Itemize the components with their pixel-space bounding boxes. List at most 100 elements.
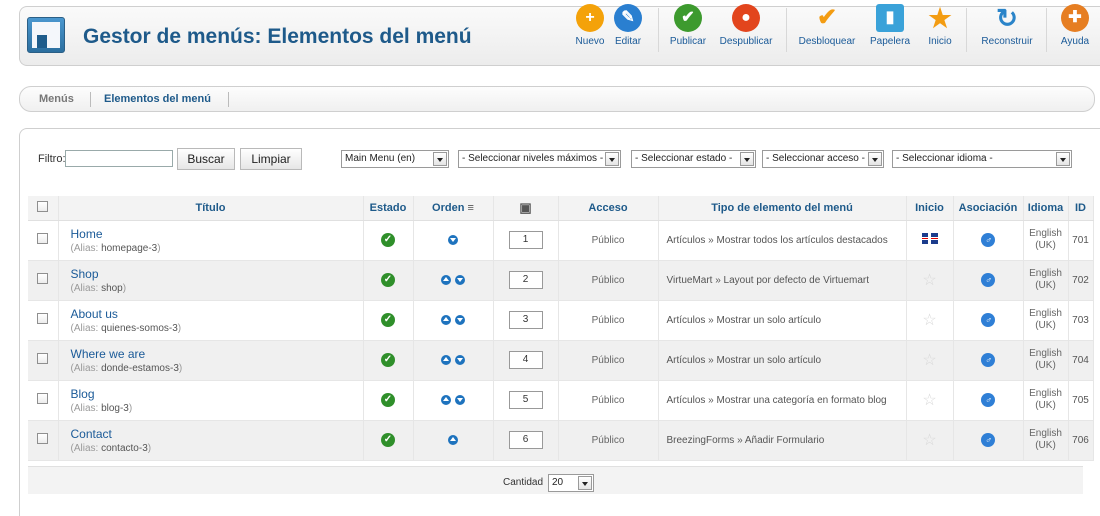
published-icon[interactable]: ✓ xyxy=(381,313,395,327)
header-state[interactable]: Estado xyxy=(363,196,414,221)
unpublish-button[interactable]: ● Despublicar xyxy=(716,4,776,56)
item-title-link[interactable]: Blog xyxy=(71,387,363,401)
order-arrows-cell xyxy=(413,420,494,461)
alias-value: donde-estamos-3 xyxy=(101,362,179,374)
move-down-icon[interactable] xyxy=(455,275,465,286)
move-up-icon[interactable] xyxy=(441,395,451,406)
home-button[interactable]: ★ Inicio xyxy=(920,4,960,56)
published-icon[interactable]: ✓ xyxy=(381,233,395,247)
move-up-icon[interactable] xyxy=(441,355,451,366)
id-cell: 703 xyxy=(1068,300,1094,341)
header-home[interactable]: Inicio xyxy=(906,196,954,221)
home-cell: ☆ xyxy=(906,260,954,301)
language-cell: English (UK) xyxy=(1023,300,1069,341)
association-icon[interactable]: ♂ xyxy=(981,353,995,367)
plus-icon: + xyxy=(576,4,604,32)
move-down-icon[interactable] xyxy=(455,315,465,326)
help-label: Ayuda xyxy=(1060,36,1090,47)
move-up-icon[interactable] xyxy=(441,315,451,326)
trash-button[interactable]: ▮ Papelera xyxy=(866,4,914,56)
filter-input[interactable] xyxy=(65,150,173,167)
item-title-link[interactable]: Where we are xyxy=(71,347,363,361)
item-alias: (Alias: homepage-3) xyxy=(70,242,161,254)
published-icon[interactable]: ✓ xyxy=(381,273,395,287)
language-region: (UK) xyxy=(1035,240,1056,251)
order-input[interactable]: 6 xyxy=(508,431,543,449)
alias-value: contacto-3 xyxy=(101,442,148,454)
select-all-checkbox[interactable] xyxy=(37,200,49,212)
default-star-icon[interactable]: ☆ xyxy=(922,312,936,329)
submenu-menus[interactable]: Menús xyxy=(39,93,74,105)
row-checkbox[interactable] xyxy=(37,313,49,324)
move-down-icon[interactable] xyxy=(448,235,458,246)
association-icon[interactable]: ♂ xyxy=(981,233,995,247)
language-region: (UK) xyxy=(1035,400,1056,411)
order-input[interactable]: 4 xyxy=(508,351,543,369)
help-button[interactable]: ✚ Ayuda xyxy=(1052,4,1098,56)
association-icon[interactable]: ♂ xyxy=(981,273,995,287)
row-checkbox[interactable] xyxy=(37,393,49,404)
title-cell: About us (Alias: quienes-somos-3) xyxy=(58,300,364,341)
move-down-icon[interactable] xyxy=(455,355,465,366)
item-alias: (Alias: contacto-3) xyxy=(70,442,152,454)
move-down-icon[interactable] xyxy=(455,395,465,406)
published-icon[interactable]: ✓ xyxy=(381,433,395,447)
association-icon[interactable]: ♂ xyxy=(981,313,995,327)
access-select[interactable]: - Seleccionar acceso - xyxy=(762,150,884,168)
state-select[interactable]: - Seleccionar estado - xyxy=(631,150,756,168)
default-star-icon[interactable]: ☆ xyxy=(922,352,936,369)
order-arrows-cell xyxy=(413,220,494,261)
header-type[interactable]: Tipo de elemento del menú xyxy=(658,196,907,221)
publish-button[interactable]: ✔ Publicar xyxy=(664,4,712,56)
edit-button[interactable]: ✎ Editar xyxy=(606,4,650,56)
levels-select[interactable]: - Seleccionar niveles máximos - xyxy=(458,150,621,168)
default-star-icon[interactable]: ☆ xyxy=(922,272,936,289)
limit-select[interactable]: 20 xyxy=(548,474,594,492)
language-select[interactable]: - Seleccionar idioma - xyxy=(892,150,1072,168)
published-icon[interactable]: ✓ xyxy=(381,393,395,407)
menu-manager-icon xyxy=(27,17,65,53)
submenu-menu-items[interactable]: Elementos del menú xyxy=(104,93,211,105)
header-title[interactable]: Título xyxy=(58,196,364,221)
header-language[interactable]: Idioma xyxy=(1023,196,1069,221)
item-title-link[interactable]: About us xyxy=(71,307,363,321)
toolbar-divider xyxy=(1046,8,1047,52)
uk-flag-icon[interactable] xyxy=(921,233,938,244)
published-icon[interactable]: ✓ xyxy=(381,353,395,367)
language-select-value: - Seleccionar idioma - xyxy=(896,153,993,164)
item-title-link[interactable]: Contact xyxy=(71,427,363,441)
row-checkbox[interactable] xyxy=(37,273,49,284)
item-title-link[interactable]: Home xyxy=(71,227,363,241)
search-button[interactable]: Buscar xyxy=(177,148,235,170)
row-checkbox[interactable] xyxy=(37,433,49,444)
default-star-icon[interactable]: ☆ xyxy=(922,392,936,409)
association-icon[interactable]: ♂ xyxy=(981,433,995,447)
table-row: Where we are (Alias: donde-estamos-3) ✓ 4… xyxy=(28,340,1094,381)
state-select-value: - Seleccionar estado - xyxy=(635,153,733,164)
order-input[interactable]: 1 xyxy=(508,231,543,249)
order-input[interactable]: 5 xyxy=(508,391,543,409)
header-save-order[interactable]: ▣ xyxy=(493,196,559,221)
header-association[interactable]: Asociación xyxy=(953,196,1024,221)
rebuild-button[interactable]: ↻ Reconstruir xyxy=(974,4,1040,56)
language-region: (UK) xyxy=(1035,440,1056,451)
pencil-icon: ✎ xyxy=(614,4,642,32)
header-id[interactable]: ID xyxy=(1068,196,1094,221)
clear-button[interactable]: Limpiar xyxy=(240,148,302,170)
row-checkbox[interactable] xyxy=(37,233,49,244)
item-title-link[interactable]: Shop xyxy=(71,267,363,281)
checkin-button[interactable]: ✔ Desbloquear xyxy=(794,4,860,56)
save-order-icon: ▣ xyxy=(519,199,532,215)
access-select-value: - Seleccionar acceso - xyxy=(766,153,865,164)
header-access[interactable]: Acceso xyxy=(558,196,659,221)
move-up-icon[interactable] xyxy=(448,435,458,446)
order-input[interactable]: 3 xyxy=(508,311,543,329)
language-region: (UK) xyxy=(1035,280,1056,291)
menu-select[interactable]: Main Menu (en) xyxy=(341,150,449,168)
row-checkbox[interactable] xyxy=(37,353,49,364)
default-star-icon[interactable]: ☆ xyxy=(922,432,936,449)
move-up-icon[interactable] xyxy=(441,275,451,286)
association-icon[interactable]: ♂ xyxy=(981,393,995,407)
header-order[interactable]: Orden ≡ xyxy=(413,196,494,221)
order-input[interactable]: 2 xyxy=(508,271,543,289)
